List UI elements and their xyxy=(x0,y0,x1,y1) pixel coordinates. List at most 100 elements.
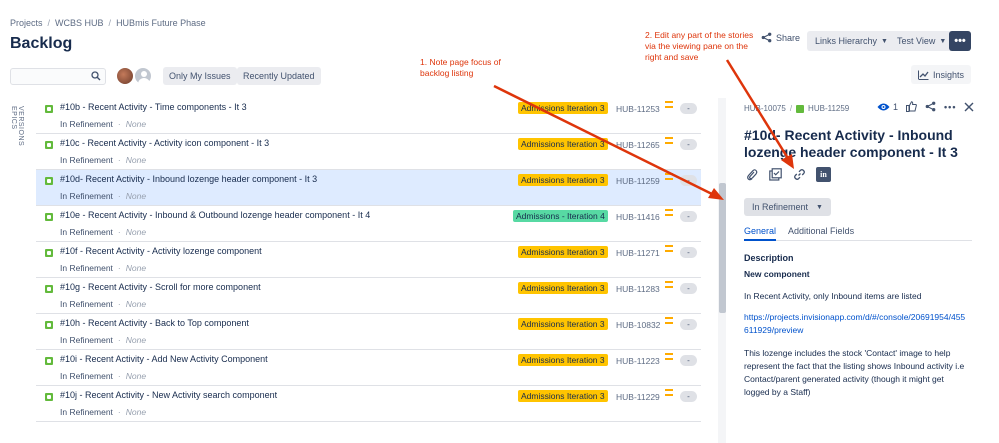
issue-summary[interactable]: #10g - Recent Activity - Scroll for more… xyxy=(60,282,261,292)
issue-status: In Refinement xyxy=(60,191,113,201)
issue-key[interactable]: HUB-11223 xyxy=(616,356,660,366)
estimate-badge[interactable]: - xyxy=(680,103,697,114)
sprint-lozenge[interactable]: Admissions Iteration 3 xyxy=(518,102,608,114)
estimate-badge[interactable]: - xyxy=(680,175,697,186)
watch-button[interactable]: 1 xyxy=(877,102,898,112)
breadcrumb-future-phase[interactable]: HUBmis Future Phase xyxy=(116,18,206,28)
issue-title[interactable]: #10d- Recent Activity - Inbound lozenge … xyxy=(744,127,984,161)
issue-key[interactable]: HUB-11265 xyxy=(616,140,660,150)
issue-summary[interactable]: #10j - Recent Activity - New Activity se… xyxy=(60,390,277,400)
chevron-down-icon: ▼ xyxy=(881,37,888,45)
issue-assignee: None xyxy=(125,263,147,273)
more-actions-button[interactable]: ••• xyxy=(949,31,971,51)
scrollbar-thumb[interactable] xyxy=(719,183,726,313)
more-icon[interactable]: ••• xyxy=(944,102,956,112)
sprint-lozenge[interactable]: Admissions Iteration 3 xyxy=(518,282,608,294)
sprint-lozenge[interactable]: Admissions - Iteration 4 xyxy=(513,210,608,222)
table-row[interactable]: #10h - Recent Activity - Back to Top com… xyxy=(36,314,701,350)
thumbs-up-icon[interactable] xyxy=(906,101,917,112)
issue-status: In Refinement xyxy=(60,155,113,165)
issue-summary[interactable]: #10e - Recent Activity - Inbound & Outbo… xyxy=(60,210,370,220)
description-paragraph-1[interactable]: In Recent Activity, only Inbound items a… xyxy=(744,290,970,303)
versions-tab[interactable]: VERSIONS xyxy=(17,106,24,146)
table-row[interactable]: #10j - Recent Activity - New Activity se… xyxy=(36,386,701,422)
issue-key[interactable]: HUB-11229 xyxy=(616,392,660,402)
invision-icon[interactable]: in xyxy=(816,167,831,182)
table-row[interactable]: #10c - Recent Activity - Activity icon c… xyxy=(36,134,701,170)
annotation-note-2: 2. Edit any part of the stories via the … xyxy=(645,30,754,62)
estimate-badge[interactable]: - xyxy=(680,139,697,150)
issue-status: In Refinement xyxy=(60,263,113,273)
chart-icon xyxy=(918,70,929,80)
sprint-lozenge[interactable]: Admissions Iteration 3 xyxy=(518,390,608,402)
sprint-lozenge[interactable]: Admissions Iteration 3 xyxy=(518,174,608,186)
estimate-badge[interactable]: - xyxy=(680,355,697,366)
share-button[interactable]: Share xyxy=(761,32,800,43)
description-paragraph-2[interactable]: This lozenge includes the stock 'Contact… xyxy=(744,347,970,399)
issue-key[interactable]: HUB-11253 xyxy=(616,104,660,114)
issue-summary[interactable]: #10h - Recent Activity - Back to Top com… xyxy=(60,318,249,328)
test-view-dropdown[interactable]: Test View ▼ xyxy=(889,31,955,51)
story-type-icon xyxy=(45,177,53,185)
issue-status-line: In Refinement · None xyxy=(60,191,147,201)
insights-button[interactable]: Insights xyxy=(911,65,972,84)
breadcrumb-projects[interactable]: Projects xyxy=(10,18,43,28)
issue-status-line: In Refinement · None xyxy=(60,155,147,165)
close-icon[interactable] xyxy=(964,102,974,112)
issue-status: In Refinement xyxy=(60,119,113,129)
issue-key[interactable]: HUB-10832 xyxy=(616,320,660,330)
priority-medium-icon xyxy=(665,317,673,324)
links-hierarchy-dropdown[interactable]: Links Hierarchy ▼ xyxy=(807,31,896,51)
issue-summary[interactable]: #10b - Recent Activity - Time components… xyxy=(60,102,247,112)
search-input[interactable] xyxy=(10,68,106,85)
eye-icon xyxy=(877,103,890,110)
estimate-badge[interactable]: - xyxy=(680,283,697,294)
table-row[interactable]: #10g - Recent Activity - Scroll for more… xyxy=(36,278,701,314)
issue-key[interactable]: HUB-11283 xyxy=(616,284,660,294)
recently-updated-filter[interactable]: Recently Updated xyxy=(237,67,321,85)
estimate-badge[interactable]: - xyxy=(680,211,697,222)
avatar-unassigned[interactable] xyxy=(133,66,153,86)
issue-key[interactable]: HUB-11259 xyxy=(616,176,660,186)
issue-key[interactable]: HUB-11416 xyxy=(616,212,660,222)
sprint-lozenge[interactable]: Admissions Iteration 3 xyxy=(518,318,608,330)
table-row[interactable]: #10i - Recent Activity - Add New Activit… xyxy=(36,350,701,386)
tab-general[interactable]: General xyxy=(744,224,777,241)
sprint-lozenge[interactable]: Admissions Iteration 3 xyxy=(518,354,608,366)
issue-assignee: None xyxy=(125,191,147,201)
sprint-lozenge[interactable]: Admissions Iteration 3 xyxy=(518,246,608,258)
issue-summary[interactable]: #10c - Recent Activity - Activity icon c… xyxy=(60,138,269,148)
tab-additional-fields[interactable]: Additional Fields xyxy=(788,224,854,241)
description-heading[interactable]: New component xyxy=(744,268,970,281)
issue-status-line: In Refinement · None xyxy=(60,119,147,129)
table-row[interactable]: #10b - Recent Activity - Time components… xyxy=(36,98,701,134)
priority-medium-icon xyxy=(665,137,673,144)
only-my-issues-filter[interactable]: Only My Issues xyxy=(163,67,237,85)
share-icon[interactable] xyxy=(925,101,936,112)
attach-icon[interactable] xyxy=(744,167,759,182)
issue-status-line: In Refinement · None xyxy=(60,407,147,417)
link-icon[interactable] xyxy=(792,167,807,182)
issue-summary[interactable]: #10f - Recent Activity - Activity lozeng… xyxy=(60,246,262,256)
issue-summary[interactable]: #10i - Recent Activity - Add New Activit… xyxy=(60,354,268,364)
breadcrumb-wcbs-hub[interactable]: WCBS HUB xyxy=(55,18,104,28)
table-row[interactable]: #10f - Recent Activity - Activity lozeng… xyxy=(36,242,701,278)
table-row[interactable]: #10d- Recent Activity - Inbound lozenge … xyxy=(36,170,701,206)
sprint-lozenge[interactable]: Admissions Iteration 3 xyxy=(518,138,608,150)
issue-status: In Refinement xyxy=(60,335,113,345)
story-type-icon xyxy=(796,104,805,113)
issue-key-link[interactable]: HUB-11259 xyxy=(808,104,849,113)
invision-link[interactable]: https://projects.invisionapp.com/d/#/con… xyxy=(744,311,966,337)
estimate-badge[interactable]: - xyxy=(680,391,697,402)
story-type-icon xyxy=(45,141,53,149)
table-row[interactable]: #10e - Recent Activity - Inbound & Outbo… xyxy=(36,206,701,242)
epics-tab[interactable]: EPICS xyxy=(10,106,17,160)
status-dropdown[interactable]: In Refinement ▼ xyxy=(744,198,831,216)
estimate-badge[interactable]: - xyxy=(680,247,697,258)
avatar-user[interactable] xyxy=(115,66,135,86)
subtask-icon[interactable] xyxy=(768,167,783,182)
parent-issue-link[interactable]: HUB-10075 xyxy=(744,104,786,113)
issue-key[interactable]: HUB-11271 xyxy=(616,248,660,258)
issue-summary[interactable]: #10d- Recent Activity - Inbound lozenge … xyxy=(60,174,317,184)
estimate-badge[interactable]: - xyxy=(680,319,697,330)
